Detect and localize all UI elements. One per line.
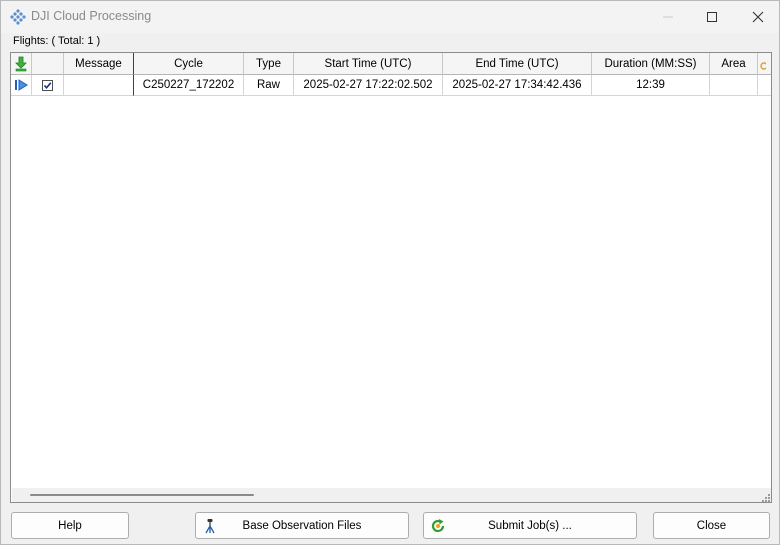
download-arrow-icon (15, 56, 27, 71)
row-cycle-cell[interactable]: C250227_172202 (134, 75, 244, 96)
header-check-column[interactable] (32, 53, 64, 75)
close-button-label: Close (696, 519, 727, 532)
maximize-icon (707, 12, 717, 22)
submit-jobs-button[interactable]: Submit Job(s) ... (423, 512, 637, 539)
row-duration-cell[interactable]: 12:39 (592, 75, 710, 96)
header-message[interactable]: Message (64, 53, 134, 75)
partial-column-icon (760, 61, 766, 70)
close-icon (752, 11, 764, 23)
tripod-icon (202, 518, 218, 534)
resize-grip-icon[interactable] (759, 491, 771, 502)
dji-cloud-icon (10, 9, 26, 25)
header-duration[interactable]: Duration (MM:SS) (592, 53, 710, 75)
row-next-cell[interactable] (758, 75, 771, 96)
close-button[interactable]: Close (653, 512, 770, 539)
help-button[interactable]: Help (11, 512, 129, 539)
title-bar: DJI Cloud Processing (1, 1, 779, 33)
flights-grid: Message Cycle Type Start Time (UTC) End … (10, 52, 772, 503)
header-start-time[interactable]: Start Time (UTC) (294, 53, 443, 75)
minimize-icon (663, 16, 673, 18)
header-area[interactable]: Area (710, 53, 758, 75)
row-message-cell[interactable] (64, 75, 134, 96)
header-type[interactable]: Type (244, 53, 294, 75)
help-button-label: Help (58, 519, 82, 532)
flights-total-label: Flights: ( Total: 1 ) (13, 35, 101, 47)
dji-cloud-processing-window: DJI Cloud Processing Flights: ( Total: 1… (0, 0, 780, 545)
window-title: DJI Cloud Processing (31, 9, 152, 23)
header-end-time[interactable]: End Time (UTC) (443, 53, 592, 75)
row-end-time-cell[interactable]: 2025-02-27 17:34:42.436 (443, 75, 592, 96)
minimize-button[interactable] (645, 1, 691, 33)
row-area-cell[interactable] (710, 75, 758, 96)
header-cycle[interactable]: Cycle (134, 53, 244, 75)
maximize-button[interactable] (689, 1, 735, 33)
row-start-time-cell[interactable]: 2025-02-27 17:22:02.502 (294, 75, 443, 96)
close-window-button[interactable] (735, 1, 780, 33)
header-next-column[interactable] (758, 53, 771, 75)
row-checkbox[interactable] (42, 79, 53, 91)
header-import-cell[interactable] (11, 53, 32, 75)
refresh-submit-icon (430, 518, 446, 534)
row-type-cell[interactable]: Raw (244, 75, 294, 96)
row-select-cell[interactable] (32, 75, 64, 96)
base-observation-files-button[interactable]: Base Observation Files (195, 512, 409, 539)
horizontal-scrollbar[interactable] (12, 488, 771, 502)
base-observation-files-label: Base Observation Files (242, 519, 362, 532)
play-icon (15, 79, 28, 91)
horizontal-scrollbar-thumb[interactable] (30, 494, 254, 496)
submit-jobs-label: Submit Job(s) ... (488, 519, 572, 532)
row-play-cell[interactable] (11, 75, 32, 96)
checkmark-icon (43, 81, 52, 89)
